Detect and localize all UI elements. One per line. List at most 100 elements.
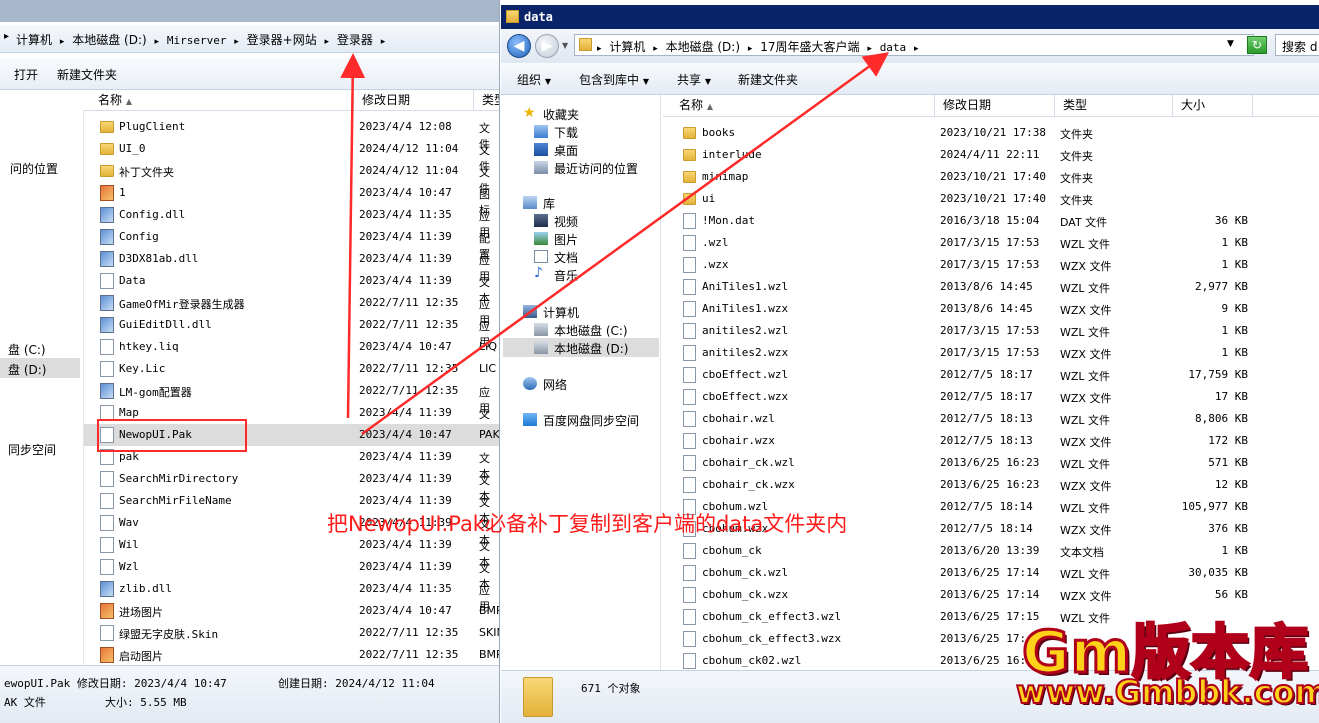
breadcrumb-item[interactable]: 登录器+网站 xyxy=(247,33,317,47)
breadcrumb-item[interactable]: 计算机 xyxy=(609,40,645,54)
table-row[interactable]: cboEffect.wzl 2012/7/5 18:17 WZL 文件 17,759 … xyxy=(663,364,1319,386)
table-row[interactable]: 1 2023/4/4 10:47 图标 xyxy=(84,182,499,217)
breadcrumb-item[interactable]: Mirserver xyxy=(167,34,227,47)
table-row[interactable]: SearchMirDirectory 2023/4/4 11:39 文本 xyxy=(84,468,499,503)
table-row[interactable]: cbohair_ck.wzl 2013/6/25 16:23 WZL 文件 571 K… xyxy=(663,452,1319,474)
breadcrumb-arrow-icon[interactable]: ▸ xyxy=(744,44,757,54)
nav-baidu-sync[interactable]: 百度网盘同步空间 xyxy=(543,412,639,429)
table-row[interactable]: PlugClient 2023/4/4 12:08 文件 xyxy=(84,116,499,151)
breadcrumb-arrow-icon[interactable]: ▸ xyxy=(649,44,662,54)
nav-computer[interactable]: 计算机 xyxy=(543,304,579,321)
table-row[interactable]: Config 2023/4/4 11:39 配置 xyxy=(84,226,499,261)
table-row[interactable]: zlib.dll 2023/4/4 11:35 应用 xyxy=(84,578,499,613)
left-address-bar[interactable]: ▸ 计算机 ▸ 本地磁盘 (D:) ▸ Mirserver ▸ 登录器+网站 ▸… xyxy=(0,25,499,53)
table-row[interactable]: Wzl 2023/4/4 11:39 文本 xyxy=(84,556,499,591)
breadcrumb-arrow-icon[interactable]: ▸ xyxy=(910,44,923,54)
breadcrumb-item[interactable]: 17周年盛大客户端 xyxy=(760,40,859,54)
table-row[interactable]: 启动图片 2022/7/11 12:35 BMP xyxy=(84,644,499,666)
nav-recent[interactable]: 问的位置 xyxy=(10,160,58,177)
column-name[interactable]: 名称 ▲ xyxy=(84,90,354,111)
refresh-icon[interactable]: ↻ xyxy=(1247,36,1267,54)
table-row[interactable]: UI_0 2024/4/12 11:04 文件 xyxy=(84,138,499,173)
table-row[interactable]: cbohair.wzl 2012/7/5 18:13 WZL 文件 8,806 KB xyxy=(663,408,1319,430)
column-date[interactable]: 修改日期 xyxy=(354,90,474,111)
chevron-icon[interactable]: ▸ xyxy=(4,31,9,42)
table-row[interactable]: ui 2023/10/21 17:40 文件夹 xyxy=(663,188,1319,210)
table-row[interactable]: D3DX81ab.dll 2023/4/4 11:39 应用 xyxy=(84,248,499,283)
table-row[interactable]: GameOfMir登录器生成器 2022/7/11 12:35 应用 xyxy=(84,292,499,327)
nav-desktop[interactable]: 桌面 xyxy=(554,142,578,159)
forward-arrow-icon[interactable]: ▶ xyxy=(535,34,559,58)
nav-music[interactable]: 音乐 xyxy=(554,267,578,284)
table-row[interactable]: AniTiles1.wzl 2013/8/6 14:45 WZL 文件 2,977 K… xyxy=(663,276,1319,298)
table-row[interactable]: Data 2023/4/4 11:39 文本 xyxy=(84,270,499,305)
table-row[interactable]: anitiles2.wzl 2017/3/15 17:53 WZL 文件 1 KB xyxy=(663,320,1319,342)
nav-pictures[interactable]: 图片 xyxy=(554,231,578,248)
column-name[interactable]: 名称 ▲ xyxy=(663,95,935,116)
table-row[interactable]: LM-gom配置器 2022/7/11 12:35 应用 xyxy=(84,380,499,415)
right-title-bar[interactable]: data xyxy=(501,5,1319,29)
table-row[interactable]: cbohum_ck.wzl 2013/6/25 17:14 WZL 文件 30,035… xyxy=(663,562,1319,584)
back-arrow-icon[interactable]: ◀ xyxy=(507,34,531,58)
breadcrumb-item[interactable]: data xyxy=(880,41,907,54)
column-size[interactable]: 大小 xyxy=(1173,95,1253,116)
nav-downloads[interactable]: 下载 xyxy=(554,124,578,141)
table-row[interactable]: 补丁文件夹 2024/4/12 11:04 文件 xyxy=(84,160,499,195)
breadcrumb-item[interactable]: 计算机 xyxy=(16,33,52,47)
nav-disk-c[interactable]: 盘 (C:) xyxy=(8,341,46,358)
column-type[interactable]: 类型 xyxy=(474,90,499,111)
breadcrumb-arrow-icon[interactable]: ▸ xyxy=(597,44,606,54)
table-row[interactable]: cbohair.wzx 2012/7/5 18:13 WZX 文件 172 KB xyxy=(663,430,1319,452)
table-row[interactable]: cbohum_ck 2013/6/20 13:39 文本文档 1 KB xyxy=(663,540,1319,562)
nav-disk-d-selected[interactable]: 盘 (D:) xyxy=(0,358,80,378)
table-row[interactable]: anitiles2.wzx 2017/3/15 17:53 WZX 文件 1 KB xyxy=(663,342,1319,364)
nav-disk-d-selected[interactable]: 本地磁盘 (D:) xyxy=(503,338,659,357)
nav-recent-places[interactable]: 最近访问的位置 xyxy=(554,160,638,177)
breadcrumb-item[interactable]: 本地磁盘 (D:) xyxy=(666,40,740,54)
table-row[interactable]: cbohum_ck.wzx 2013/6/25 17:14 WZX 文件 56 KB xyxy=(663,584,1319,606)
table-row[interactable]: GuiEditDll.dll 2022/7/11 12:35 应用 xyxy=(84,314,499,349)
breadcrumb-arrow-icon[interactable]: ▸ xyxy=(377,37,390,47)
table-row[interactable]: 绿盟无字皮肤.Skin 2022/7/11 12:35 SKIN xyxy=(84,622,499,644)
table-row[interactable]: 进场图片 2023/4/4 10:47 BMP xyxy=(84,600,499,622)
address-dropdown-icon[interactable]: ▼ xyxy=(1227,39,1234,49)
new-folder-button[interactable]: 新建文件夹 xyxy=(57,66,117,83)
table-row[interactable]: !Mon.dat 2016/3/18 15:04 DAT 文件 36 KB xyxy=(663,210,1319,232)
breadcrumb-arrow-icon[interactable]: ▸ xyxy=(321,37,334,47)
table-row[interactable]: .wzl 2017/3/15 17:53 WZL 文件 1 KB xyxy=(663,232,1319,254)
nav-favorites[interactable]: 收藏夹 xyxy=(543,106,579,123)
table-row[interactable]: Key.Lic 2022/7/11 12:35 LIC xyxy=(84,358,499,380)
history-dropdown-icon[interactable]: ▼ xyxy=(562,41,568,50)
nav-disk-d[interactable]: 盘 (D:) xyxy=(8,361,46,378)
nav-network[interactable]: 网络 xyxy=(543,376,567,393)
breadcrumb-arrow-icon[interactable]: ▸ xyxy=(151,37,164,47)
table-row[interactable]: cboEffect.wzx 2012/7/5 18:17 WZX 文件 17 KB xyxy=(663,386,1319,408)
table-row[interactable]: books 2023/10/21 17:38 文件夹 xyxy=(663,122,1319,144)
nav-documents[interactable]: 文档 xyxy=(554,249,578,266)
new-folder-button[interactable]: 新建文件夹 xyxy=(738,71,798,88)
open-button[interactable]: 打开 xyxy=(14,66,38,83)
column-date[interactable]: 修改日期 xyxy=(935,95,1055,116)
breadcrumb-arrow-icon[interactable]: ▸ xyxy=(56,37,69,47)
table-row[interactable]: minimap 2023/10/21 17:40 文件夹 xyxy=(663,166,1319,188)
nav-videos[interactable]: 视频 xyxy=(554,213,578,230)
right-breadcrumb-box[interactable]: ▸ 计算机 ▸ 本地磁盘 (D:) ▸ 17周年盛大客户端 ▸ data ▸ ▼ xyxy=(574,34,1254,56)
organize-button[interactable]: 组织 ▼ xyxy=(517,71,551,88)
search-input[interactable]: 搜索 d xyxy=(1275,34,1319,56)
table-row[interactable]: interlude 2024/4/11 22:11 文件夹 xyxy=(663,144,1319,166)
breadcrumb-item[interactable]: 登录器 xyxy=(337,33,373,47)
nav-sync-space[interactable]: 同步空间 xyxy=(8,441,56,458)
share-button[interactable]: 共享 ▼ xyxy=(677,71,711,88)
include-library-button[interactable]: 包含到库中 ▼ xyxy=(579,71,649,88)
nav-disk-d[interactable]: 本地磁盘 (D:) xyxy=(554,340,628,357)
breadcrumb-arrow-icon[interactable]: ▸ xyxy=(230,37,243,47)
table-row[interactable]: .wzx 2017/3/15 17:53 WZX 文件 1 KB xyxy=(663,254,1319,276)
table-row[interactable]: AniTiles1.wzx 2013/8/6 14:45 WZX 文件 9 KB xyxy=(663,298,1319,320)
table-row[interactable]: cbohair_ck.wzx 2013/6/25 16:23 WZX 文件 12 KB xyxy=(663,474,1319,496)
nav-disk-c[interactable]: 本地磁盘 (C:) xyxy=(554,322,628,339)
breadcrumb-item[interactable]: 本地磁盘 (D:) xyxy=(72,33,146,47)
nav-libraries[interactable]: 库 xyxy=(543,195,555,212)
table-row[interactable]: htkey.liq 2023/4/4 10:47 LIQ xyxy=(84,336,499,358)
column-type[interactable]: 类型 xyxy=(1055,95,1173,116)
table-row[interactable]: Config.dll 2023/4/4 11:35 应用 xyxy=(84,204,499,239)
